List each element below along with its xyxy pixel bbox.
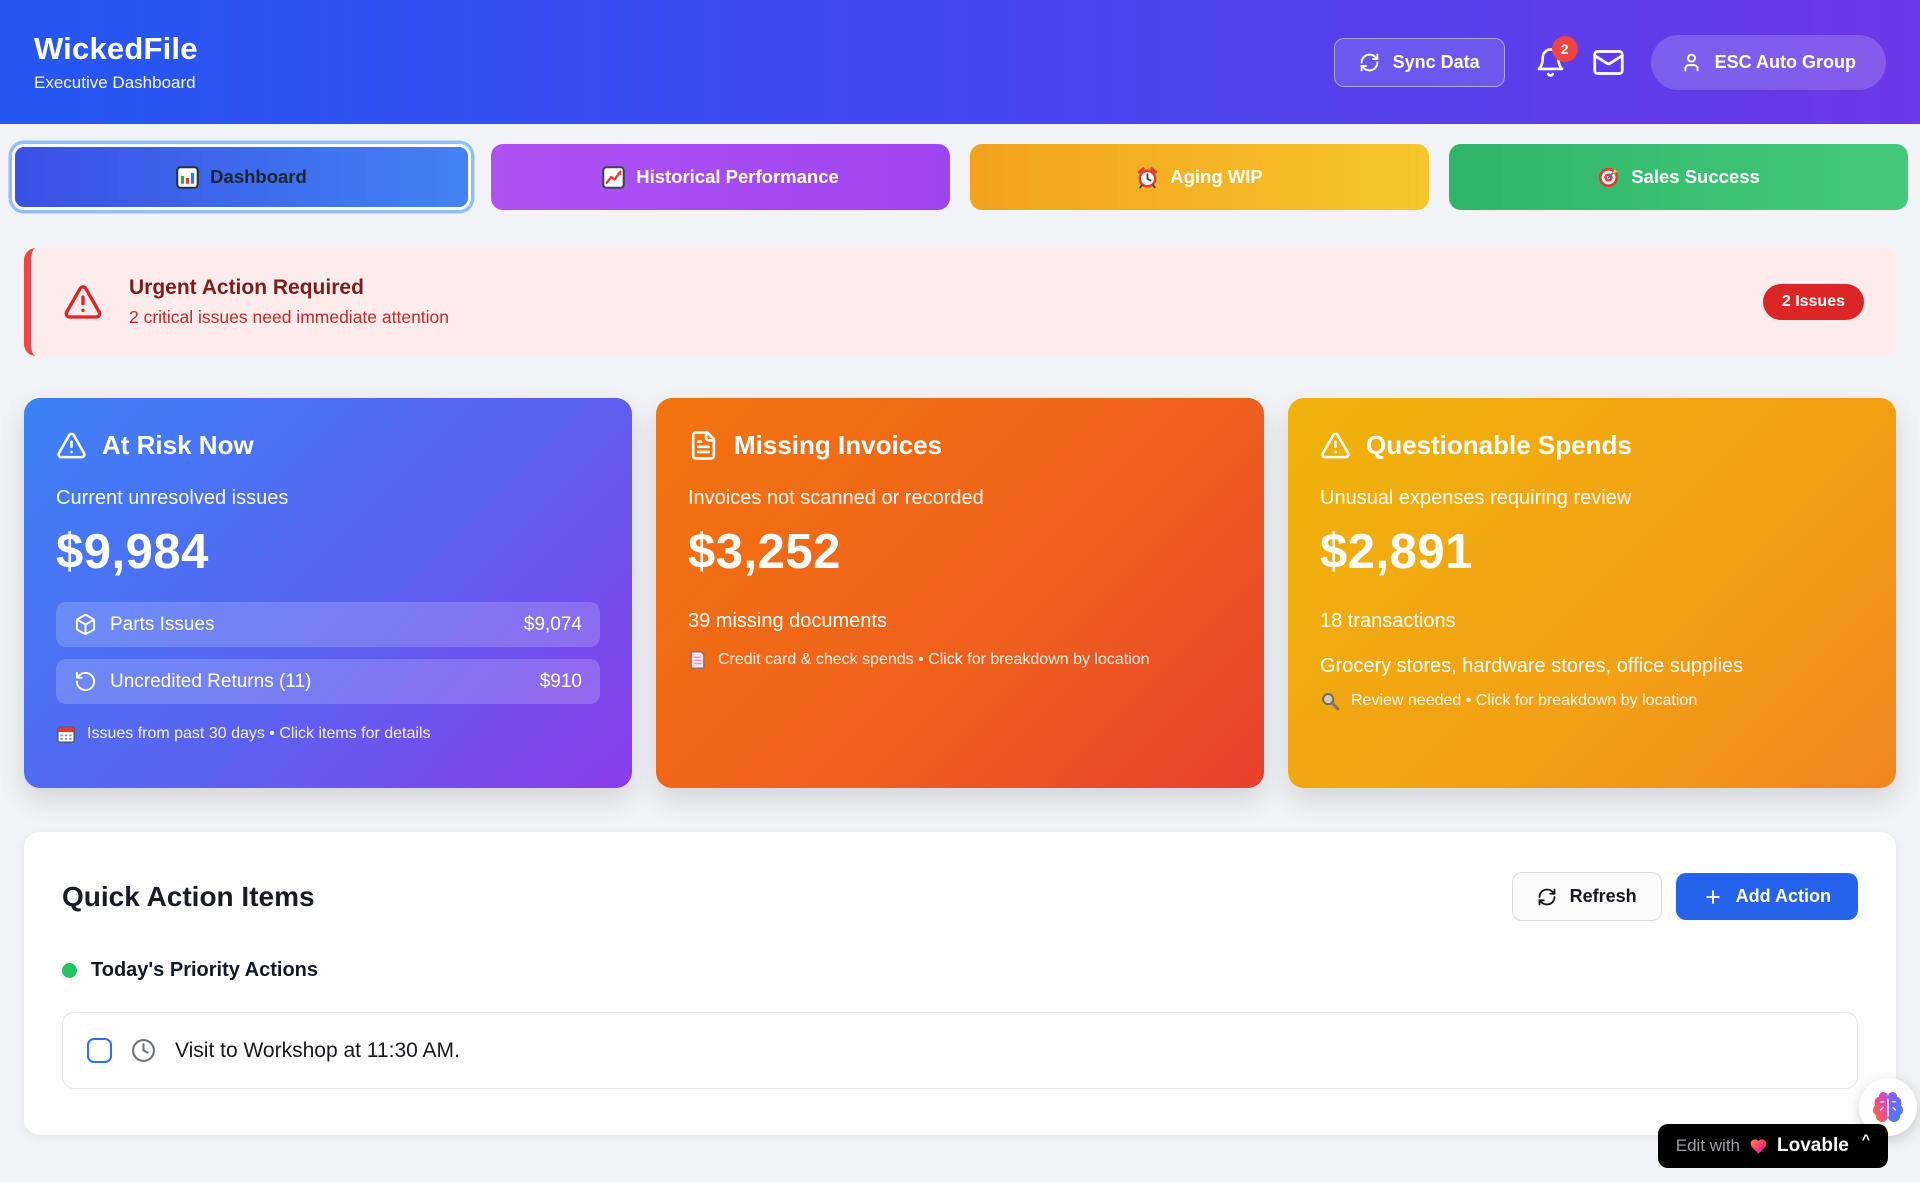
card-footer-text: Review needed • Click for breakdown by l… — [1351, 692, 1697, 710]
sync-data-label: Sync Data — [1393, 52, 1480, 73]
heart-icon — [1749, 1137, 1768, 1156]
action-item-row[interactable]: Visit to Workshop at 11:30 AM. — [62, 1012, 1858, 1089]
account-label: ESC Auto Group — [1715, 52, 1856, 73]
mail-icon — [1592, 46, 1625, 79]
missing-invoices-header: Missing Invoices — [688, 430, 1232, 461]
card-amount: $2,891 — [1320, 524, 1864, 580]
plus-icon — [1703, 887, 1723, 907]
quick-actions-buttons: Refresh Add Action — [1512, 872, 1858, 921]
warning-icon — [1320, 430, 1351, 461]
action-item-checkbox[interactable] — [87, 1038, 112, 1063]
refresh-icon — [1359, 52, 1380, 73]
issues-count-badge: 2 Issues — [1763, 284, 1864, 320]
alert-text-block: Urgent Action Required 2 critical issues… — [129, 276, 449, 328]
questionable-spends-header: Questionable Spends — [1320, 430, 1864, 461]
status-dot — [62, 963, 77, 978]
tab-sales-success-label: Sales Success — [1631, 166, 1760, 188]
edit-with-lovable-badge[interactable]: Edit with Lovable ^ — [1658, 1124, 1888, 1168]
tab-dashboard-label: Dashboard — [210, 166, 307, 188]
at-risk-header: At Risk Now — [56, 430, 600, 461]
sync-data-button[interactable]: Sync Data — [1334, 38, 1505, 87]
missing-invoices-card[interactable]: Missing Invoices Invoices not scanned or… — [656, 398, 1264, 788]
notification-count-badge: 2 — [1552, 36, 1578, 62]
alarm-clock-icon — [1136, 166, 1159, 189]
warning-icon — [63, 282, 103, 322]
quick-actions-panel: Quick Action Items Refresh Add Action To… — [24, 832, 1896, 1135]
card-amount: $9,984 — [56, 524, 600, 580]
add-action-label: Add Action — [1736, 886, 1831, 907]
brain-icon — [1870, 1089, 1906, 1125]
priority-section-label: Today's Priority Actions — [91, 959, 318, 982]
app-subtitle: Executive Dashboard — [34, 73, 198, 93]
card-count: 39 missing documents — [688, 610, 1232, 633]
card-footer: Credit card & check spends • Click for b… — [688, 650, 1232, 670]
app-title: WickedFile — [34, 31, 198, 67]
card-title: At Risk Now — [102, 430, 254, 461]
user-icon — [1681, 52, 1702, 73]
target-icon — [1597, 166, 1620, 189]
card-title: Missing Invoices — [734, 430, 942, 461]
bar-chart-icon — [176, 166, 199, 189]
file-text-icon — [688, 430, 719, 461]
add-action-button[interactable]: Add Action — [1676, 873, 1858, 920]
at-risk-card[interactable]: At Risk Now Current unresolved issues $9… — [24, 398, 632, 788]
urgent-alert-banner[interactable]: Urgent Action Required 2 critical issues… — [24, 248, 1896, 356]
action-item-text: Visit to Workshop at 11:30 AM. — [175, 1039, 460, 1063]
card-subtitle: Unusual expenses requiring review — [1320, 487, 1864, 510]
card-footer-text: Issues from past 30 days • Click items f… — [87, 725, 431, 743]
card-subtitle: Invoices not scanned or recorded — [688, 487, 1232, 510]
questionable-spends-card[interactable]: Questionable Spends Unusual expenses req… — [1288, 398, 1896, 788]
magnifier-icon — [1320, 691, 1340, 711]
chevron-up-icon: ^ — [1862, 1131, 1870, 1147]
alert-message: 2 critical issues need immediate attenti… — [129, 307, 449, 328]
tab-historical-performance[interactable]: Historical Performance — [491, 144, 950, 210]
tab-historical-performance-label: Historical Performance — [636, 166, 839, 188]
header-actions: Sync Data 2 ESC Auto Group — [1334, 35, 1886, 90]
notifications-button[interactable]: 2 — [1535, 47, 1566, 78]
metric-cards: At Risk Now Current unresolved issues $9… — [24, 398, 1896, 788]
quick-actions-title: Quick Action Items — [62, 881, 315, 913]
page-icon — [688, 650, 707, 670]
card-subtitle: Current unresolved issues — [56, 487, 600, 510]
alert-title: Urgent Action Required — [129, 276, 449, 300]
brand-block: WickedFile Executive Dashboard — [34, 31, 198, 93]
card-count: 18 transactions — [1320, 610, 1864, 633]
card-footer: Review needed • Click for breakdown by l… — [1320, 691, 1864, 711]
lovable-prefix-label: Edit with — [1676, 1136, 1740, 1156]
row-value: $9,074 — [524, 614, 582, 636]
card-title: Questionable Spends — [1366, 430, 1632, 461]
chart-increasing-icon — [602, 166, 625, 189]
tab-aging-wip-label: Aging WIP — [1170, 166, 1262, 188]
parts-issues-row[interactable]: Parts Issues $9,074 — [56, 602, 600, 647]
tab-dashboard[interactable]: Dashboard — [12, 144, 471, 210]
messages-button[interactable] — [1592, 46, 1625, 79]
refresh-label: Refresh — [1570, 886, 1637, 907]
card-footer-text: Credit card & check spends • Click for b… — [718, 651, 1150, 669]
at-risk-breakdown: Parts Issues $9,074 Uncredited Returns (… — [56, 602, 600, 704]
row-label: Parts Issues — [110, 614, 215, 636]
calendar-icon — [56, 724, 76, 744]
account-button[interactable]: ESC Auto Group — [1651, 35, 1886, 90]
refresh-button[interactable]: Refresh — [1512, 872, 1662, 921]
priority-section-header: Today's Priority Actions — [62, 959, 1858, 982]
card-footer: Issues from past 30 days • Click items f… — [56, 724, 600, 744]
uncredited-returns-row[interactable]: Uncredited Returns (11) $910 — [56, 659, 600, 704]
card-detail: Grocery stores, hardware stores, office … — [1320, 655, 1864, 678]
package-icon — [74, 613, 97, 636]
row-label: Uncredited Returns (11) — [110, 671, 311, 693]
row-value: $910 — [540, 671, 582, 693]
tab-aging-wip[interactable]: Aging WIP — [970, 144, 1429, 210]
clock-icon — [131, 1038, 156, 1063]
card-amount: $3,252 — [688, 524, 1232, 580]
tab-sales-success[interactable]: Sales Success — [1449, 144, 1908, 210]
warning-icon — [56, 430, 87, 461]
lovable-brand-label: Lovable — [1777, 1135, 1849, 1157]
rotate-ccw-icon — [74, 670, 97, 693]
nav-tabs: Dashboard Historical Performance Aging W… — [12, 144, 1908, 210]
refresh-icon — [1537, 887, 1557, 907]
app-header: WickedFile Executive Dashboard Sync Data… — [0, 0, 1920, 124]
